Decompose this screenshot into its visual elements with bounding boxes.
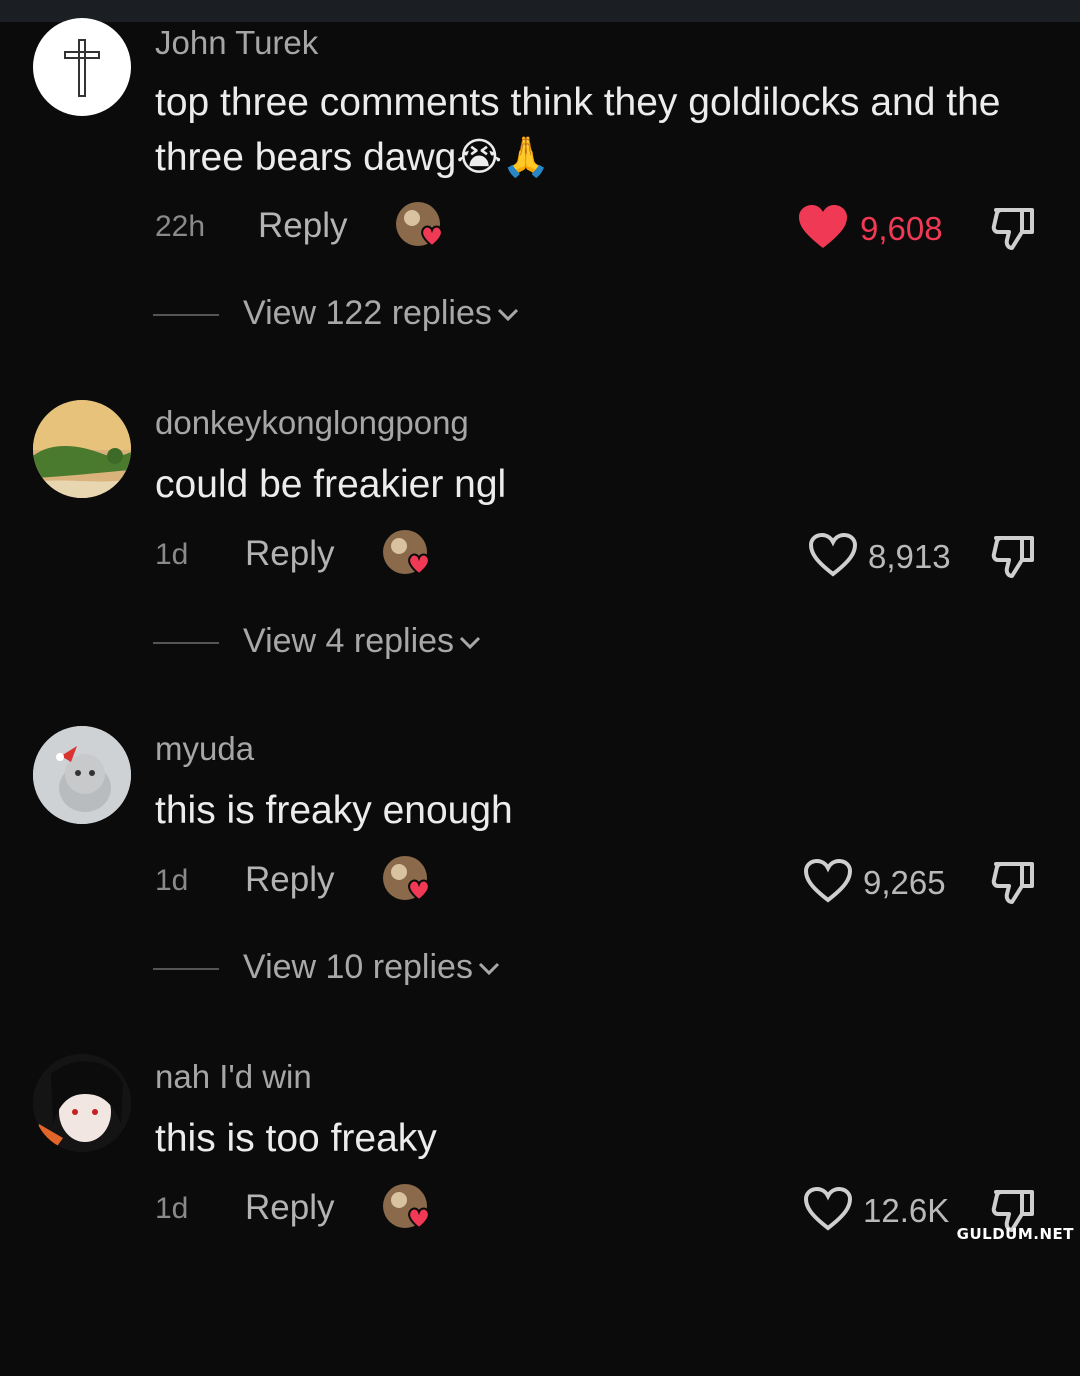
comment-text: this is too freaky xyxy=(155,1117,437,1160)
view-replies-label: View 122 replies xyxy=(243,294,520,333)
kitten-avatar xyxy=(33,726,131,824)
comment-username[interactable]: John Turek xyxy=(155,24,318,62)
heart-outline-icon[interactable] xyxy=(800,856,856,906)
chevron-down-icon xyxy=(497,308,518,322)
comment-item: donkeykonglongpong could be freakier ngl… xyxy=(0,392,1080,722)
cross-icon xyxy=(64,39,100,97)
comment-actions: 1d Reply 9,265 xyxy=(0,852,1080,912)
comment-time: 1d xyxy=(155,538,189,571)
heart-outline-icon[interactable] xyxy=(800,1184,856,1234)
like-count: 9,608 xyxy=(860,210,943,247)
comment-time: 22h xyxy=(155,210,206,243)
creator-liked-badge xyxy=(394,200,450,252)
view-replies-label: View 10 replies xyxy=(243,948,501,987)
heart-icon[interactable] xyxy=(795,202,851,252)
comment-text: this is freaky enough xyxy=(155,789,513,832)
comment-item: John Turek top three comments think they… xyxy=(0,0,1080,333)
divider-line xyxy=(153,968,219,970)
avatar[interactable] xyxy=(33,1054,131,1152)
comment-text: top three comments think they goldilocks… xyxy=(155,81,1001,179)
comment-username[interactable]: nah I'd win xyxy=(155,1058,312,1096)
comment-username[interactable]: donkeykonglongpong xyxy=(155,404,469,442)
reply-button[interactable]: Reply xyxy=(245,860,334,900)
reply-button[interactable]: Reply xyxy=(245,1188,334,1228)
comment-actions: 1d Reply 8,913 xyxy=(0,526,1080,586)
chevron-down-icon xyxy=(459,636,481,650)
comment-item: nah I'd win this is too freaky 1d Reply … xyxy=(0,1046,1080,1376)
like-count: 9,265 xyxy=(863,864,946,901)
creator-liked-badge xyxy=(381,854,437,906)
heart-outline-icon[interactable] xyxy=(805,530,861,580)
creator-liked-badge xyxy=(381,1182,437,1234)
comment-username[interactable]: myuda xyxy=(155,730,254,768)
divider-line xyxy=(153,642,219,644)
reply-button[interactable]: Reply xyxy=(245,534,334,574)
avatar[interactable] xyxy=(33,400,131,498)
anime-avatar xyxy=(33,1054,131,1152)
comment-time: 1d xyxy=(155,864,189,897)
comment-text: could be freakier ngl xyxy=(155,463,507,506)
creator-liked-badge xyxy=(381,528,437,580)
comment-actions: 1d Reply 12.6K xyxy=(0,1180,1080,1240)
comment-actions: 22h Reply 9,608 xyxy=(0,198,1080,258)
like-count: 8,913 xyxy=(868,538,951,575)
avatar[interactable] xyxy=(33,726,131,824)
view-replies-label: View 4 replies xyxy=(243,622,482,661)
thumbs-down-icon[interactable] xyxy=(988,856,1040,908)
watermark: GULDUM.NET xyxy=(956,1225,1074,1243)
divider-line xyxy=(153,314,219,316)
chevron-down-icon xyxy=(478,962,500,976)
thumbs-down-icon[interactable] xyxy=(988,202,1040,254)
reply-button[interactable]: Reply xyxy=(258,206,347,246)
comment-item: myuda this is freaky enough 1d Reply 9,2… xyxy=(0,718,1080,1048)
avatar[interactable] xyxy=(33,18,131,116)
landscape-avatar xyxy=(33,400,131,498)
like-count: 12.6K xyxy=(863,1192,950,1229)
thumbs-down-icon[interactable] xyxy=(988,530,1040,582)
comment-time: 1d xyxy=(155,1192,189,1225)
